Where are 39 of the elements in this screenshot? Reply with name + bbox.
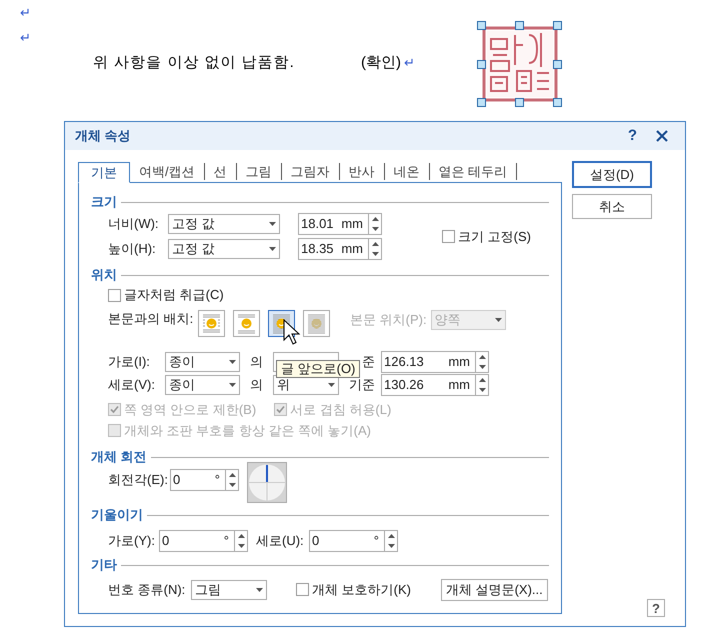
unit-label: mm xyxy=(341,240,363,258)
field-label: 의 xyxy=(249,352,264,371)
unit-label: mm xyxy=(448,352,470,371)
field-label: 회전각(E): xyxy=(108,471,169,490)
field-label: 너비(W): xyxy=(108,215,160,234)
field-value: 130.26 xyxy=(384,376,424,394)
paragraph-mark: ↵ xyxy=(404,56,415,69)
unit-label: ° xyxy=(224,532,229,550)
section-title: 기울이기 xyxy=(91,506,143,524)
field-label: 가로(I): xyxy=(108,352,151,371)
field-value: 126.13 xyxy=(384,352,424,371)
window-title: 개체 속성 xyxy=(75,127,131,146)
unit-label: ° xyxy=(214,471,220,490)
section-title: 개체 회전 xyxy=(91,448,147,466)
section-title: 크기 xyxy=(91,193,117,212)
unit-label: mm xyxy=(341,215,363,234)
field-label: 세로(U): xyxy=(256,532,305,550)
tooltip: 글 앞으로(O) xyxy=(276,360,360,378)
field-label: 본문 위치(P): xyxy=(350,311,427,330)
field-value: 0 xyxy=(173,471,180,490)
field-value: 0 xyxy=(162,532,170,550)
section-title: 기타 xyxy=(91,556,117,574)
statement-text: 위 사항을 이상 없이 납품함. xyxy=(93,53,295,73)
field-label: 세로(V): xyxy=(108,376,156,394)
paragraph-mark: ↵ xyxy=(20,6,31,19)
field-label: 번호 종류(N): xyxy=(108,580,186,599)
field-value: 18.35 xyxy=(301,240,334,258)
field-label: 가로(Y): xyxy=(108,532,156,550)
field-value: 0 xyxy=(312,532,320,550)
section-title: 위치 xyxy=(91,266,117,284)
unit-label: ° xyxy=(374,532,379,550)
field-value: 18.01 xyxy=(301,215,334,234)
unit-label: mm xyxy=(448,376,470,394)
field-label: 기준 xyxy=(348,376,376,394)
field-label: 의 xyxy=(249,376,264,394)
confirm-text: (확인) xyxy=(361,53,401,73)
field-label: 높이(H): xyxy=(108,240,157,258)
paragraph-mark: ↵ xyxy=(20,31,31,44)
field-label: 본문과의 배치: xyxy=(108,310,194,328)
